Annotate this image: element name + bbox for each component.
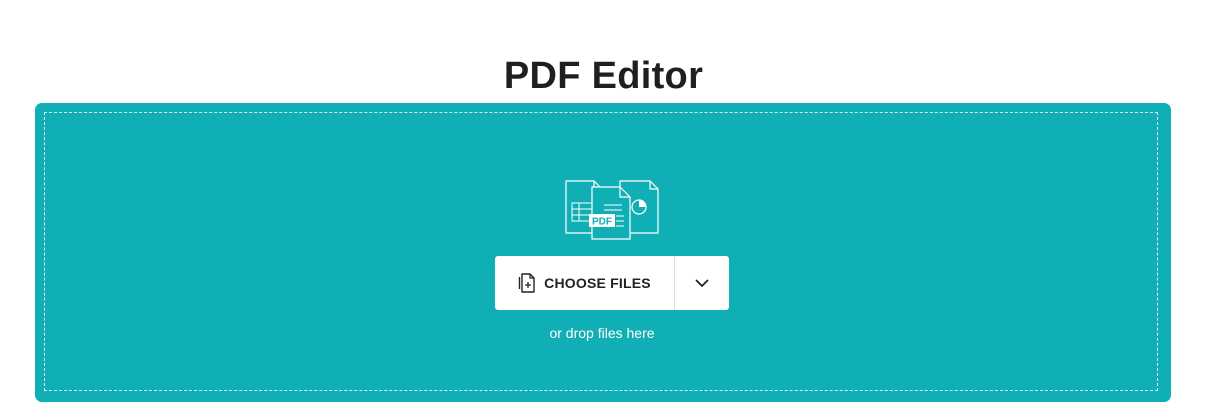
choose-files-button[interactable]: CHOOSE FILES [495, 256, 675, 310]
drop-hint-text: or drop files here [549, 325, 655, 341]
file-add-icon [518, 273, 535, 293]
pdf-badge-text: PDF [592, 217, 612, 228]
upload-source-dropdown-button[interactable] [675, 256, 729, 310]
chevron-down-icon [695, 279, 709, 287]
page-title: PDF Editor [503, 55, 704, 98]
documents-illustration-icon: PDF [565, 180, 659, 240]
choose-files-label: CHOOSE FILES [544, 275, 651, 291]
drop-zone-dashed-border: PDF CHOOSE FILES or drop files here [44, 112, 1158, 391]
file-drop-zone[interactable]: PDF CHOOSE FILES or drop files here [35, 103, 1171, 402]
choose-files-button-group: CHOOSE FILES [495, 256, 729, 310]
